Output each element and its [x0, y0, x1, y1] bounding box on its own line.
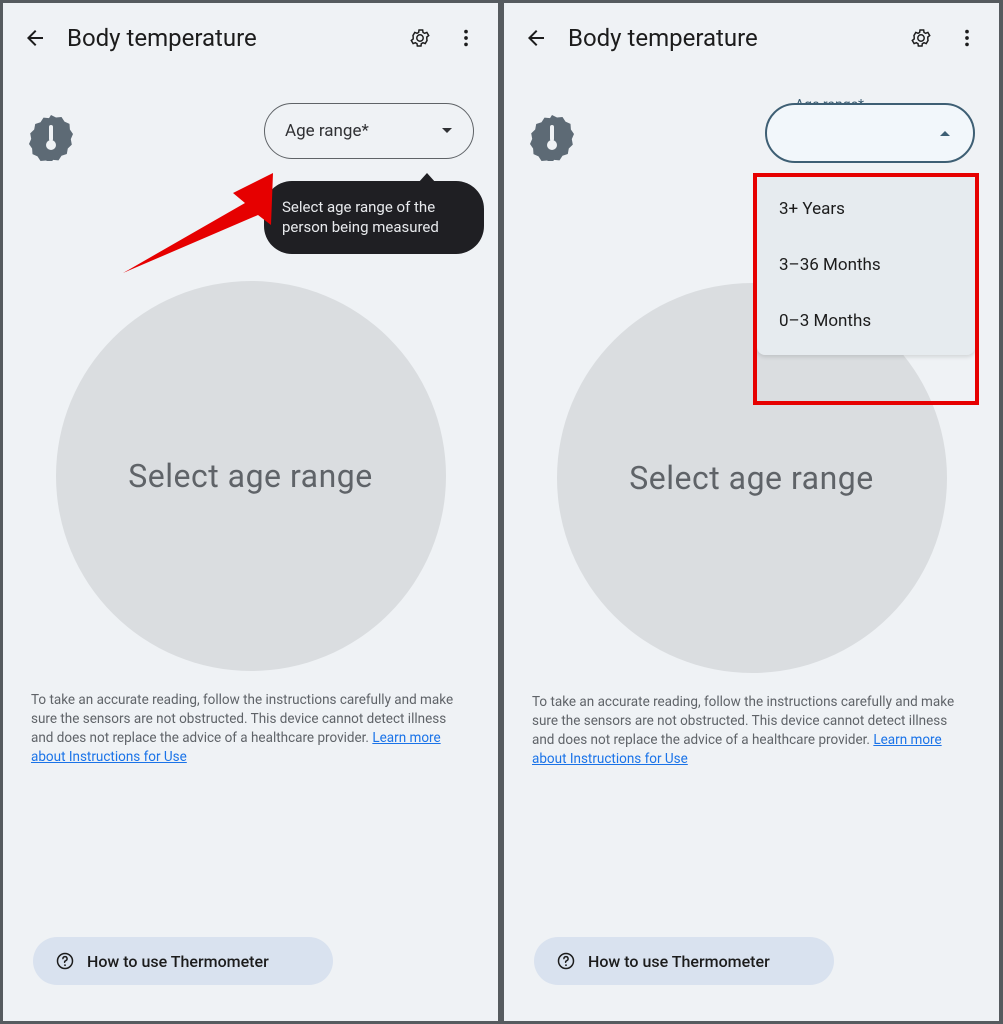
help-circle-icon — [556, 951, 576, 971]
back-button[interactable] — [522, 24, 550, 52]
gear-icon — [910, 27, 932, 49]
two-up-container: Body temperature Age range* — [0, 0, 1003, 1024]
disclaimer-text: To take an accurate reading, follow the … — [3, 671, 498, 767]
thermometer-badge-icon — [27, 113, 75, 161]
dropdown-label: Age range* — [285, 121, 429, 141]
age-range-control: Age range* Select age range of the perso… — [264, 103, 474, 159]
reading-placeholder-text: Select age range — [629, 459, 873, 497]
app-header: Body temperature — [504, 3, 999, 73]
gear-icon — [409, 27, 431, 49]
caret-down-icon — [441, 127, 453, 135]
back-button[interactable] — [21, 24, 49, 52]
phone-right: Body temperature Age range* — [503, 2, 1000, 1022]
overflow-menu-button[interactable] — [953, 24, 981, 52]
more-vert-icon — [956, 27, 978, 49]
how-to-use-label: How to use Thermometer — [588, 952, 770, 971]
settings-button[interactable] — [907, 24, 935, 52]
how-to-use-chip[interactable]: How to use Thermometer — [33, 937, 333, 985]
more-vert-icon — [455, 27, 477, 49]
how-to-use-chip[interactable]: How to use Thermometer — [534, 937, 834, 985]
age-range-dropdown[interactable]: Age range* — [264, 103, 474, 159]
page-title: Body temperature — [568, 24, 889, 52]
age-range-control: Age range* 3+ Years 3–36 Months 0–3 Mont… — [765, 103, 975, 163]
back-arrow-icon — [524, 26, 548, 50]
controls-row: Age range* 3+ Years 3–36 Months 0–3 Mont… — [504, 73, 999, 163]
controls-row: Age range* Select age range of the perso… — [3, 73, 498, 161]
thermometer-badge — [528, 113, 576, 161]
disclaimer-text: To take an accurate reading, follow the … — [504, 673, 999, 769]
phone-left: Body temperature Age range* — [2, 2, 499, 1022]
page-title: Body temperature — [67, 24, 388, 52]
overflow-menu-button[interactable] — [452, 24, 480, 52]
settings-button[interactable] — [406, 24, 434, 52]
age-range-dropdown-open[interactable] — [765, 103, 975, 163]
age-option-3to36m[interactable]: 3–36 Months — [757, 237, 975, 293]
age-option-0to3m[interactable]: 0–3 Months — [757, 293, 975, 349]
reading-placeholder-text: Select age range — [128, 457, 372, 495]
app-header: Body temperature — [3, 3, 498, 73]
back-arrow-icon — [23, 26, 47, 50]
thermometer-badge — [27, 113, 75, 161]
caret-up-icon — [939, 129, 951, 137]
thermometer-badge-icon — [528, 113, 576, 161]
dropdown-tooltip: Select age range of the person being mea… — [264, 181, 484, 254]
age-option-3plus[interactable]: 3+ Years — [757, 181, 975, 237]
help-circle-icon — [55, 951, 75, 971]
reading-placeholder-circle: Select age range — [56, 281, 446, 671]
how-to-use-label: How to use Thermometer — [87, 952, 269, 971]
age-range-menu: 3+ Years 3–36 Months 0–3 Months — [757, 175, 975, 355]
